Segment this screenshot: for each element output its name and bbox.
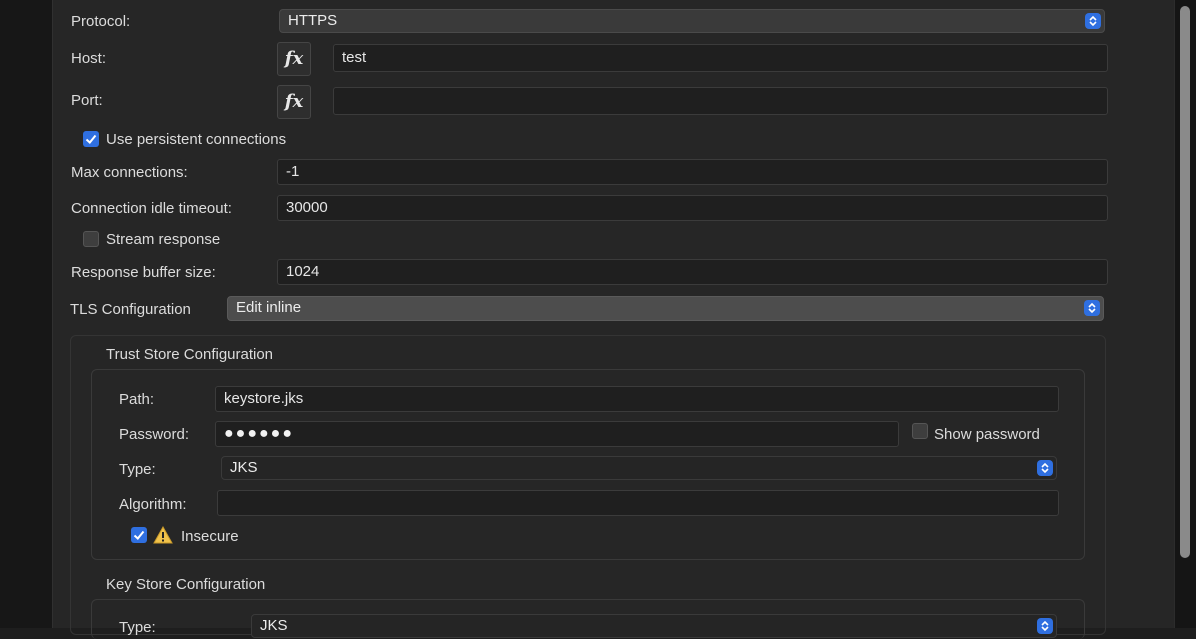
host-label: Host: (71, 50, 107, 67)
trust-algorithm-label: Algorithm: (119, 496, 187, 513)
host-input[interactable]: test (333, 44, 1108, 72)
chevron-updown-icon (1084, 300, 1100, 316)
checkmark-icon (85, 134, 97, 144)
trust-type-value: JKS (230, 459, 258, 476)
chevron-updown-icon (1037, 618, 1053, 634)
trust-algorithm-input[interactable] (217, 490, 1059, 516)
port-input[interactable] (333, 87, 1108, 115)
trust-store-title: Trust Store Configuration (106, 346, 274, 363)
protocol-select[interactable]: HTTPS (279, 9, 1105, 33)
insecure-label: Insecure (181, 528, 239, 545)
key-store-title: Key Store Configuration (106, 576, 266, 593)
tls-configuration-value: Edit inline (236, 299, 302, 316)
checkmark-icon (133, 530, 145, 540)
persistent-connections-checkbox[interactable] (83, 131, 99, 147)
protocol-value: HTTPS (288, 12, 338, 29)
trust-password-label: Password: (119, 426, 190, 443)
show-password-label: Show password (934, 426, 1040, 443)
trust-password-input[interactable]: ●●●●●● (215, 421, 899, 447)
stream-response-label: Stream response (106, 231, 221, 248)
max-connections-label: Max connections: (71, 164, 188, 181)
host-expression-button[interactable]: fx (277, 42, 311, 76)
trust-type-label: Type: (119, 461, 156, 478)
password-mask: ●●●●●● (224, 425, 294, 442)
insecure-checkbox[interactable] (131, 527, 147, 543)
port-label: Port: (71, 92, 103, 109)
idle-timeout-input[interactable]: 30000 (277, 195, 1108, 221)
chevron-updown-icon (1037, 460, 1053, 476)
stream-response-checkbox[interactable] (83, 231, 99, 247)
trust-path-label: Path: (119, 391, 155, 408)
tls-configuration-label: TLS Configuration (70, 301, 191, 318)
buffer-size-label: Response buffer size: (71, 264, 216, 281)
trust-path-input[interactable]: keystore.jks (215, 386, 1059, 412)
idle-timeout-label: Connection idle timeout: (71, 200, 232, 217)
max-connections-input[interactable]: -1 (277, 159, 1108, 185)
buffer-size-input[interactable]: 1024 (277, 259, 1108, 285)
key-type-select[interactable]: JKS (251, 614, 1057, 638)
left-rail (0, 0, 52, 628)
protocol-label: Protocol: (71, 13, 131, 30)
show-password-checkbox[interactable] (912, 423, 928, 439)
warning-icon (153, 525, 173, 548)
tls-configuration-select[interactable]: Edit inline (227, 296, 1104, 321)
port-expression-button[interactable]: fx (277, 85, 311, 119)
key-type-value: JKS (260, 617, 288, 634)
trust-type-select[interactable]: JKS (221, 456, 1057, 480)
persistent-connections-label: Use persistent connections (106, 131, 287, 148)
chevron-updown-icon (1085, 13, 1101, 29)
scrollbar-thumb[interactable] (1180, 6, 1190, 558)
